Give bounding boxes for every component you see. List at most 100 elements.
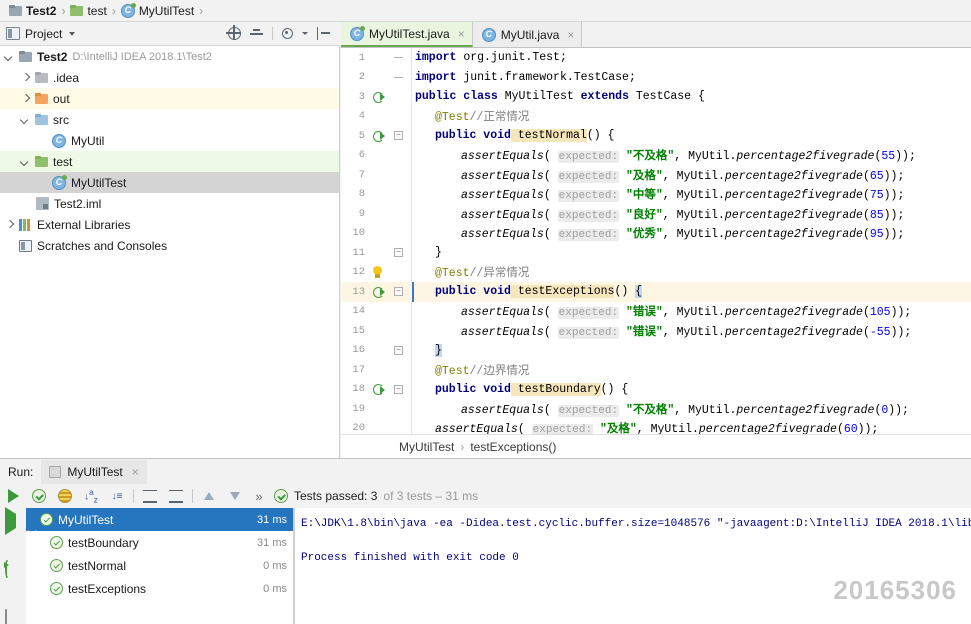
rerun-button[interactable] (0, 484, 26, 508)
show-passed-toggle[interactable] (26, 484, 52, 508)
code-line[interactable]: 16 − } (341, 341, 971, 361)
gutter-area[interactable] (367, 224, 411, 244)
tree-item-src[interactable]: src (0, 109, 339, 130)
test-row-myutiltest[interactable]: MyUtilTest 31 ms (26, 508, 293, 531)
code-line[interactable]: 5 − public void testNormal() { (341, 126, 971, 146)
fold-minus-icon[interactable]: − (394, 384, 403, 394)
locate-icon[interactable] (226, 25, 241, 40)
tab-myutil-java[interactable]: C MyUtil.java × (472, 22, 583, 47)
fold-minus-icon[interactable]: − (394, 248, 403, 257)
chevron-down-icon[interactable] (20, 115, 30, 125)
run-test-gutter-icon[interactable] (373, 383, 386, 396)
gutter-area[interactable] (367, 360, 411, 380)
tree-item-external-libraries[interactable]: External Libraries (0, 214, 339, 235)
next-failed-button[interactable] (222, 484, 248, 508)
tree-item-myutil[interactable]: C MyUtil (0, 130, 339, 151)
gutter-area[interactable] (367, 87, 411, 107)
code-line[interactable]: 7 assertEquals( expected: "及格", MyUtil.p… (341, 165, 971, 185)
fold-minus-icon[interactable]: − (394, 131, 403, 140)
chevron-down-icon[interactable] (69, 31, 76, 36)
code-line[interactable]: 2 import junit.framework.TestCase; (341, 68, 971, 88)
gutter-area[interactable] (367, 68, 411, 88)
gutter-area[interactable] (367, 263, 411, 283)
gutter-area[interactable]: − (367, 126, 411, 146)
code-editor[interactable]: 1 import org.junit.Test; 2 import junit.… (341, 48, 971, 434)
toggle-auto-test-button[interactable] (5, 560, 21, 578)
code-line[interactable]: 18 − public void testBoundary() { (341, 380, 971, 400)
breadcrumb-method-name[interactable]: testExceptions() (470, 440, 556, 454)
fold-line-icon[interactable] (394, 76, 403, 78)
code-line[interactable]: 20 assertEquals( expected: "及格", MyUtil.… (341, 419, 971, 435)
chevron-down-icon[interactable] (302, 32, 308, 35)
settings-gear-icon[interactable] (282, 28, 293, 39)
code-line[interactable]: 3 public class MyUtilTest extends TestCa… (341, 87, 971, 107)
fold-minus-icon[interactable]: − (394, 345, 403, 355)
run-test-gutter-icon[interactable] (373, 129, 386, 142)
breadcrumb-class-name[interactable]: MyUtilTest (399, 440, 454, 454)
project-tree[interactable]: Test2 D:\IntelliJ IDEA 2018.1\Test2 .ide… (0, 46, 340, 458)
code-line[interactable]: 11 − } (341, 243, 971, 263)
tree-item-test2-iml[interactable]: Test2.iml (0, 193, 339, 214)
close-icon[interactable]: × (129, 465, 139, 479)
code-line[interactable]: 14 assertEquals( expected: "错误", MyUtil.… (341, 302, 971, 322)
test-results-tree[interactable]: MyUtilTest 31 ms testBoundary 31 ms test… (26, 508, 294, 624)
tree-item-out[interactable]: out (0, 88, 339, 109)
console-output[interactable]: E:\JDK\1.8\bin\java -ea -Didea.test.cycl… (295, 508, 971, 624)
gutter-area[interactable] (367, 48, 411, 68)
gutter-area[interactable] (367, 107, 411, 127)
run-test-gutter-icon[interactable] (373, 90, 386, 103)
code-line[interactable]: 8 assertEquals( expected: "中等", MyUtil.p… (341, 185, 971, 205)
run-test-gutter-icon[interactable] (373, 285, 386, 298)
collapse-all-button[interactable] (163, 484, 189, 508)
breadcrumb-class[interactable]: C MyUtilTest (118, 2, 197, 18)
test-row-testnormal[interactable]: testNormal 0 ms (26, 554, 293, 577)
gutter-area[interactable]: − (367, 341, 411, 361)
intention-bulb-icon[interactable] (372, 265, 383, 279)
code-line[interactable]: 6 assertEquals( expected: "不及格", MyUtil.… (341, 146, 971, 166)
gutter-area[interactable] (367, 146, 411, 166)
chevron-down-icon[interactable] (20, 157, 30, 167)
code-line[interactable]: 10 assertEquals( expected: "优秀", MyUtil.… (341, 224, 971, 244)
code-line[interactable]: 4 @Test//正常情况 (341, 107, 971, 127)
code-line[interactable]: 19 assertEquals( expected: "不及格", MyUtil… (341, 399, 971, 419)
gutter-area[interactable]: − (367, 282, 411, 302)
sort-alphabetically-button[interactable]: ↓az (78, 484, 104, 508)
gutter-area[interactable] (367, 165, 411, 185)
code-line[interactable]: 15 assertEquals( expected: "错误", MyUtil.… (341, 321, 971, 341)
tree-item-test2[interactable]: Test2 D:\IntelliJ IDEA 2018.1\Test2 (0, 46, 339, 67)
test-row-testexceptions[interactable]: testExceptions 0 ms (26, 577, 293, 600)
tree-item-test[interactable]: test (0, 151, 339, 172)
breadcrumb-project[interactable]: Test2 (6, 4, 59, 18)
previous-failed-button[interactable] (196, 484, 222, 508)
gutter-area[interactable]: − (367, 243, 411, 263)
gutter-area[interactable] (367, 419, 411, 435)
tab-myutiltest-java[interactable]: C MyUtilTest.java × (341, 22, 473, 47)
show-ignored-toggle[interactable] (52, 484, 78, 508)
tree-item-scratches[interactable]: Scratches and Consoles (0, 235, 339, 256)
gutter-area[interactable] (367, 185, 411, 205)
toolbar-overflow-button[interactable]: » (248, 484, 270, 508)
stop-button[interactable] (5, 586, 21, 600)
chevron-right-icon[interactable] (20, 94, 30, 104)
code-line[interactable]: 1 import org.junit.Test; (341, 48, 971, 68)
collapse-all-icon[interactable] (250, 27, 263, 40)
chevron-right-icon[interactable] (20, 73, 30, 83)
test-row-testboundary[interactable]: testBoundary 31 ms (26, 531, 293, 554)
close-icon[interactable]: × (455, 27, 465, 41)
project-panel-title[interactable]: Project (25, 27, 62, 41)
gutter-area[interactable] (367, 302, 411, 322)
chevron-down-icon[interactable] (4, 52, 14, 62)
gutter-area[interactable] (367, 204, 411, 224)
run-tab-myutiltest[interactable]: MyUtilTest × (41, 459, 147, 484)
tree-item-myutiltest[interactable]: C MyUtilTest (0, 172, 339, 193)
hide-panel-icon[interactable] (317, 27, 330, 40)
breadcrumb-test-folder[interactable]: test (67, 4, 109, 18)
clear-all-button[interactable] (5, 609, 21, 624)
code-line[interactable]: 12 @Test//异常情况 (341, 263, 971, 283)
rerun-button-side[interactable] (5, 507, 21, 535)
rerun-failed-button[interactable] (5, 538, 21, 552)
fold-line-icon[interactable] (394, 57, 403, 58)
code-line-current[interactable]: 13 − public void testExceptions() { (341, 282, 971, 302)
fold-minus-icon[interactable]: − (394, 287, 403, 296)
code-line[interactable]: 17 @Test//边界情况 (341, 360, 971, 380)
